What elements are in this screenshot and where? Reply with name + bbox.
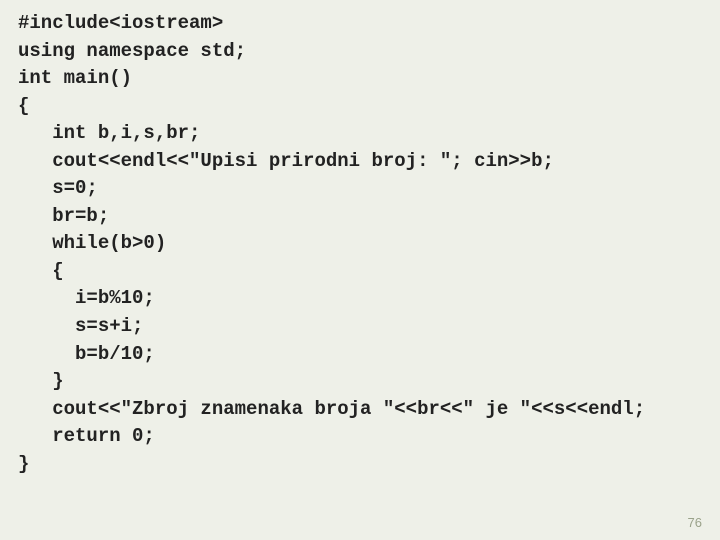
page-number: 76 bbox=[688, 515, 702, 530]
code-block: #include<iostream> using namespace std; … bbox=[18, 10, 702, 478]
slide: #include<iostream> using namespace std; … bbox=[0, 0, 720, 540]
